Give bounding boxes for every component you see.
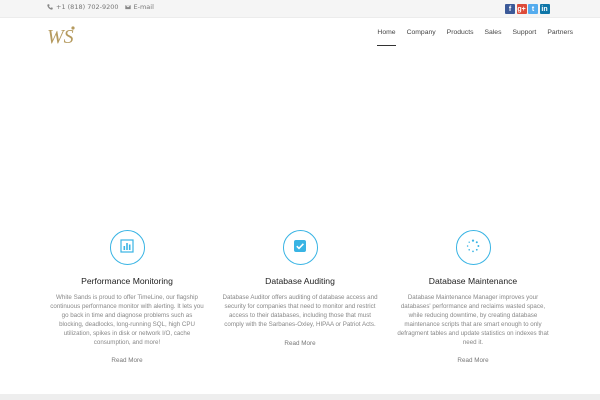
ws-logo-icon: WS xyxy=(47,26,75,48)
feature-description: Database Auditor offers auditing of data… xyxy=(222,294,378,328)
feature-icon-circle xyxy=(455,230,491,265)
top-bar: +1 (818) 702-9200 E-mail f g+ t in xyxy=(0,0,600,18)
phone-contact[interactable]: +1 (818) 702-9200 xyxy=(47,3,119,11)
read-more-link[interactable]: Read More xyxy=(457,357,488,364)
feature-description: White Sands is proud to offer TimeLine, … xyxy=(50,294,204,346)
envelope-icon xyxy=(124,5,131,10)
logo[interactable]: WS xyxy=(47,24,77,48)
bar-chart-icon xyxy=(120,238,134,257)
nav-item-home[interactable]: Home xyxy=(377,29,396,47)
checkbox-icon xyxy=(293,238,307,257)
feature-icon-circle xyxy=(109,230,145,265)
twitter-icon[interactable]: t xyxy=(528,4,538,14)
nav-item-company[interactable]: Company xyxy=(407,29,436,36)
feature-icon-circle xyxy=(282,230,318,265)
read-more-link[interactable]: Read More xyxy=(111,357,142,364)
email-link[interactable]: E-mail xyxy=(124,3,154,11)
email-label: E-mail xyxy=(133,3,154,11)
google-plus-icon[interactable]: g+ xyxy=(516,4,527,14)
svg-text:WS: WS xyxy=(47,26,74,46)
phone-number: +1 (818) 702-9200 xyxy=(56,3,119,11)
features-section: Performance Monitoring White Sands is pro… xyxy=(0,230,600,370)
feature-description: Database Maintenance Manager improves yo… xyxy=(397,294,549,346)
feature-title: Database Auditing xyxy=(265,276,335,286)
nav-item-partners[interactable]: Partners xyxy=(547,29,573,36)
social-links: f g+ t in xyxy=(505,4,550,14)
feature-title: Database Maintenance xyxy=(428,276,518,286)
nav-item-products[interactable]: Products xyxy=(447,29,474,36)
contact-info: +1 (818) 702-9200 E-mail xyxy=(47,3,154,11)
phone-icon xyxy=(47,4,53,10)
feature-card: Performance Monitoring White Sands is pro… xyxy=(47,230,207,366)
facebook-icon[interactable]: f xyxy=(505,4,515,14)
feature-card: Database Maintenance Database Maintenance… xyxy=(393,230,553,366)
nav-item-sales[interactable]: Sales xyxy=(484,29,501,36)
feature-card: Database Auditing Database Auditor offers… xyxy=(220,230,380,349)
read-more-link[interactable]: Read More xyxy=(284,340,315,347)
main-nav: Home Company Products Sales Support Partners xyxy=(377,29,573,47)
linkedin-icon[interactable]: in xyxy=(539,4,550,14)
footer-strip xyxy=(0,394,600,400)
nav-item-support[interactable]: Support xyxy=(513,29,537,36)
feature-title: Performance Monitoring xyxy=(81,276,173,286)
site-header: WS Home Company Products Sales Support Partne… xyxy=(0,18,600,50)
spinner-icon xyxy=(466,238,480,257)
